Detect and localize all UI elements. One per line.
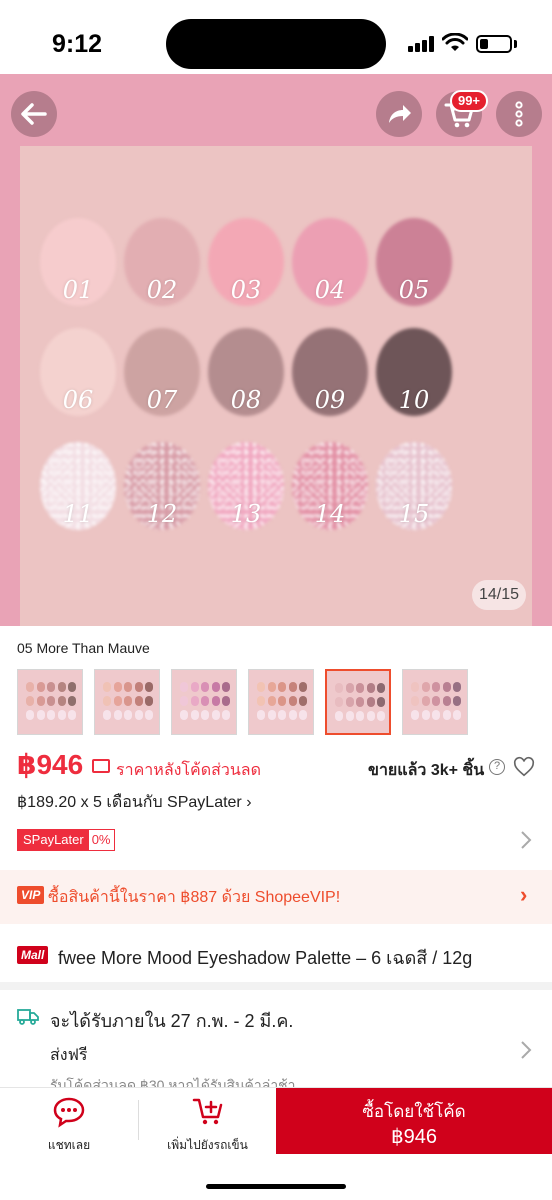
status-bar: 9:12 — [0, 0, 552, 74]
buy-with-voucher-button[interactable]: ซื้อโดยใช้โค้ด ฿946 — [276, 1088, 552, 1154]
product-title: fwee More Mood Eyeshadow Palette – 6 เฉด… — [58, 948, 473, 968]
swatch-number: 04 — [314, 276, 346, 304]
truck-icon — [17, 1009, 39, 1025]
swatch-number: 05 — [398, 276, 430, 304]
sold-count: ขายแล้ว 3k+ ชิ้น — [368, 762, 485, 779]
section-divider — [0, 982, 552, 990]
mall-badge: Mall — [17, 946, 49, 964]
swatch-number: 02 — [146, 276, 178, 304]
share-icon — [389, 105, 411, 123]
variation-thumb-4[interactable] — [248, 669, 314, 735]
signal-icon — [408, 36, 436, 52]
vip-tag: VIP — [17, 886, 45, 904]
help-icon[interactable]: ? — [489, 759, 505, 775]
wifi-icon — [442, 33, 468, 51]
swatch-number: 08 — [230, 386, 262, 414]
swatch-number: 06 — [62, 386, 94, 414]
chevron-right-icon[interactable] — [520, 1040, 532, 1060]
add-to-cart-button[interactable]: เพิ่มไปยังรถเข็น — [139, 1088, 276, 1154]
variation-thumb-1[interactable] — [17, 669, 83, 735]
more-options-button[interactable] — [496, 91, 542, 137]
share-button[interactable] — [376, 91, 422, 137]
eyeshadow-swatch-image: 01 02 03 04 05 06 07 08 09 10 11 12 13 14 15 — [20, 146, 532, 626]
buy-button-price: ฿946 — [390, 1126, 438, 1148]
coupon-icon — [92, 759, 110, 773]
chat-icon — [53, 1097, 85, 1128]
variation-thumb-3[interactable] — [171, 669, 237, 735]
swatch-number: 12 — [146, 500, 178, 528]
swatch-number: 10 — [398, 386, 430, 414]
free-shipping-label: ส่งฟรี — [50, 1047, 88, 1064]
delivery-estimate: จะได้รับภายใน 27 ก.พ. - 2 มี.ค. — [50, 1011, 294, 1031]
spaylater-badge[interactable]: SPayLater 0% — [17, 829, 115, 851]
price-after-coupon-label[interactable]: ราคาหลังโค้ดส่วนลด — [116, 758, 261, 783]
spaylater-name: SPayLater — [18, 830, 89, 850]
image-page-indicator: 14/15 — [472, 580, 526, 610]
variation-thumb-5[interactable] — [325, 669, 391, 735]
shopee-vip-banner[interactable]: VIP ซื้อสินค้านี้ในราคา ฿887 ด้วย Shopee… — [0, 870, 552, 924]
add-to-cart-label: เพิ่มไปยังรถเข็น — [167, 1138, 248, 1152]
home-indicator — [206, 1184, 346, 1189]
variation-thumb-2[interactable] — [94, 669, 160, 735]
swatch-number: 07 — [146, 386, 178, 414]
swatch-number: 03 — [230, 276, 262, 304]
variation-thumb-6[interactable] — [402, 669, 468, 735]
vip-offer-text: ซื้อสินค้านี้ในราคา ฿887 ด้วย ShopeeVIP! — [48, 889, 341, 906]
swatch-number: 13 — [230, 500, 262, 528]
arrow-left-icon — [21, 103, 47, 125]
swatch-number: 14 — [314, 500, 346, 528]
chevron-right-icon[interactable] — [520, 830, 532, 850]
back-button[interactable] — [11, 91, 57, 137]
more-vertical-icon — [515, 101, 523, 127]
buy-button-label: ซื้อโดยใช้โค้ด — [362, 1102, 466, 1121]
swatch-number: 15 — [398, 500, 430, 528]
swatch-number: 09 — [314, 386, 346, 414]
chat-button[interactable]: แชทเลย — [0, 1088, 138, 1154]
add-to-cart-icon — [192, 1098, 223, 1125]
battery-icon — [476, 35, 512, 53]
status-time: 9:12 — [52, 30, 103, 58]
dynamic-island — [166, 19, 386, 69]
heart-icon[interactable] — [513, 756, 535, 778]
product-image-gallery[interactable]: 01 02 03 04 05 06 07 08 09 10 11 12 13 14 15 — [0, 74, 552, 626]
spaylater-rate: 0% — [88, 830, 114, 850]
chat-button-label: แชทเลย — [47, 1138, 91, 1152]
cart-count-badge: 99+ — [450, 90, 488, 112]
swatch-number: 01 — [62, 276, 94, 304]
chevron-right-icon: › — [520, 882, 528, 907]
swatch-number: 11 — [62, 500, 94, 528]
variation-name: 05 More Than Mauve — [17, 640, 150, 656]
installment-info[interactable]: ฿189.20 x 5 เดือนกับ SPayLater › — [17, 790, 252, 815]
price: ฿946 — [17, 749, 84, 780]
